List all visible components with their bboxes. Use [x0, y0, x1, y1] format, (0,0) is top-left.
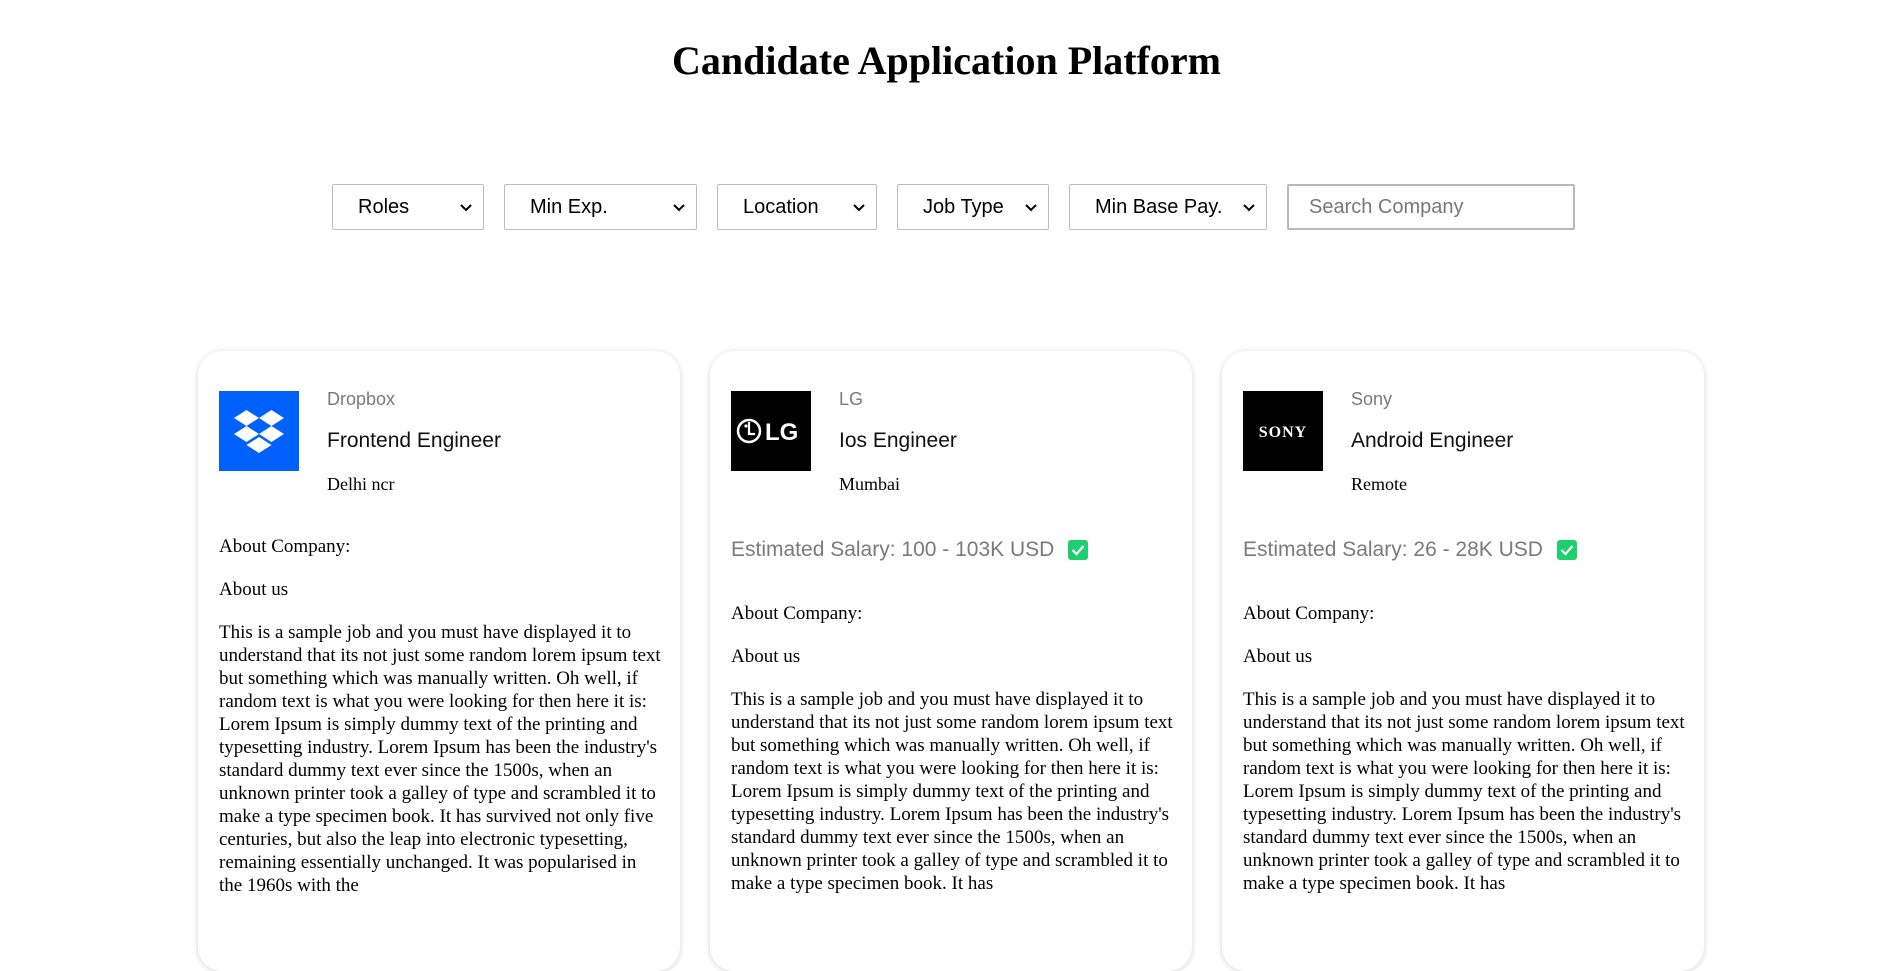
sony-logo-icon: SONY	[1243, 391, 1323, 471]
search-company-input[interactable]	[1287, 184, 1575, 230]
chevron-down-icon	[853, 204, 865, 212]
about-subheading: About us	[731, 646, 801, 667]
location-select-label: Location	[743, 195, 819, 218]
job-card[interactable]: Dropbox Frontend Engineer Delhi ncr Abou…	[198, 351, 680, 971]
roles-select[interactable]: Roles	[332, 184, 484, 230]
job-location: Mumbai	[839, 474, 900, 494]
salary-text: Estimated Salary: 100 - 103K USD	[731, 538, 1055, 561]
about-text: This is a sample job and you must have d…	[731, 689, 1173, 894]
sony-logo-text: SONY	[1259, 424, 1307, 441]
dropbox-logo-icon	[219, 391, 299, 471]
min-base-pay-select-label: Min Base Pay.	[1095, 195, 1223, 218]
about-company-section: About Company: About us This is a sample…	[1243, 602, 1688, 895]
about-company-section: About Company: About us This is a sample…	[219, 535, 664, 897]
chevron-down-icon	[673, 204, 685, 212]
min-base-pay-select[interactable]: Min Base Pay.	[1069, 184, 1267, 230]
estimated-salary: Estimated Salary: 26 - 28K USD	[1243, 538, 1577, 562]
job-type-select[interactable]: Job Type	[897, 184, 1049, 230]
about-company-section: About Company: About us This is a sample…	[731, 602, 1176, 895]
about-text: This is a sample job and you must have d…	[219, 622, 661, 896]
page-title: Candidate Application Platform	[672, 38, 1221, 83]
min-exp-select[interactable]: Min Exp.	[504, 184, 697, 230]
lg-logo-icon: LG	[731, 391, 811, 471]
check-icon	[1068, 540, 1089, 560]
job-card[interactable]: SONY Sony Android Engineer Remote Estima…	[1222, 351, 1704, 971]
job-role: Android Engineer	[1351, 429, 1514, 452]
job-role: Ios Engineer	[839, 429, 957, 452]
lg-logo-text: LG	[765, 419, 798, 446]
chevron-down-icon	[460, 204, 472, 212]
company-name: Dropbox	[327, 389, 396, 409]
estimated-salary: Estimated Salary: 100 - 103K USD	[731, 538, 1089, 562]
company-name: Sony	[1351, 389, 1393, 409]
about-subheading: About us	[1243, 646, 1313, 667]
company-name: LG	[839, 389, 864, 409]
job-location: Remote	[1351, 474, 1407, 494]
min-exp-select-label: Min Exp.	[530, 195, 608, 218]
job-card[interactable]: LG LG Ios Engineer Mumbai Estimated Sala…	[710, 351, 1192, 971]
filter-bar: Roles Min Exp. Location Job Type Min Bas…	[332, 184, 1575, 230]
salary-text: Estimated Salary: 26 - 28K USD	[1243, 538, 1543, 561]
roles-select-label: Roles	[358, 195, 410, 218]
about-heading: About Company:	[731, 603, 863, 624]
job-type-select-label: Job Type	[923, 195, 1004, 218]
job-location: Delhi ncr	[327, 474, 395, 494]
about-subheading: About us	[219, 579, 289, 600]
about-heading: About Company:	[219, 536, 351, 557]
chevron-down-icon	[1025, 204, 1037, 212]
location-select[interactable]: Location	[717, 184, 877, 230]
about-heading: About Company:	[1243, 603, 1375, 624]
job-role: Frontend Engineer	[327, 429, 501, 452]
check-icon	[1556, 540, 1577, 560]
chevron-down-icon	[1243, 204, 1255, 212]
about-text: This is a sample job and you must have d…	[1243, 689, 1685, 894]
